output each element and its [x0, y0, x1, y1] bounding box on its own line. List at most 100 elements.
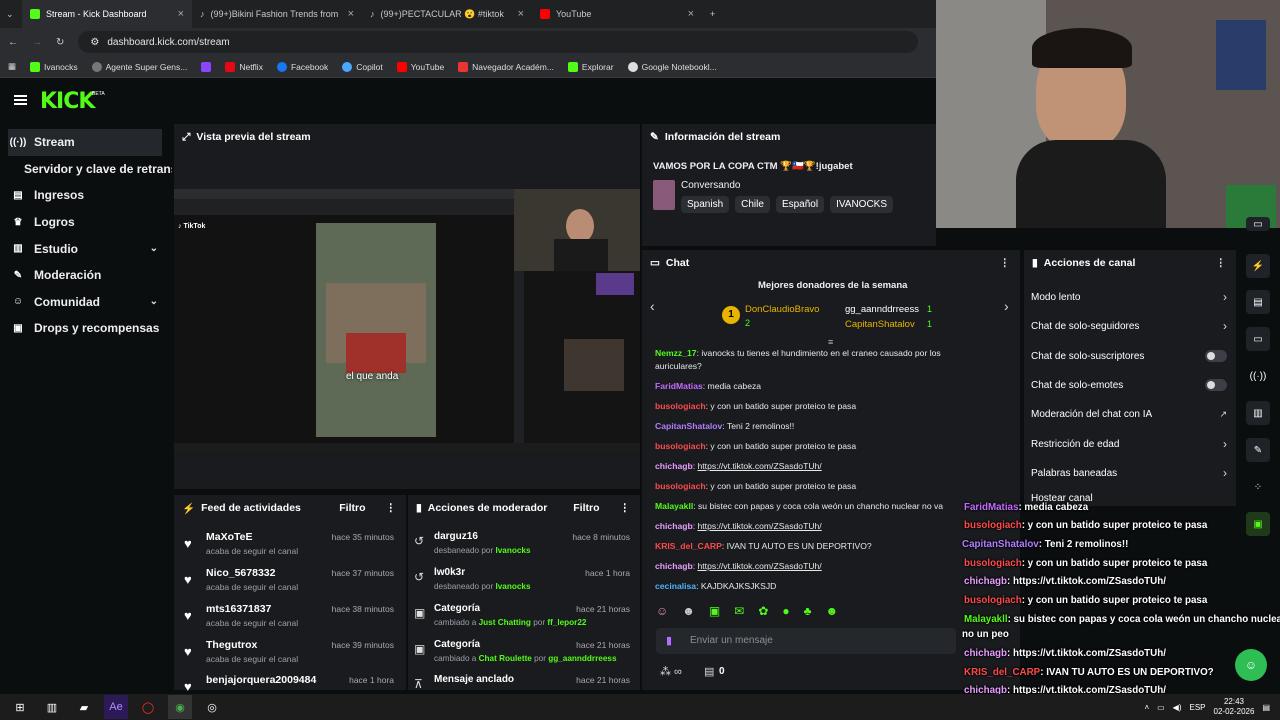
close-icon[interactable]: × — [688, 8, 694, 20]
task-view-icon[interactable]: ▥ — [40, 695, 64, 719]
list-item[interactable]: ♥ Thegutrox acaba de seguir el canal hace 3… — [174, 638, 404, 674]
chat-text[interactable]: https://vt.tiktok.com/ZSasdoTUh/ — [698, 561, 822, 571]
tab-tiktok-2[interactable]: ♪ (99+)PECTACULAR 😮 #tiktok × — [362, 0, 532, 28]
back-icon[interactable]: ← — [8, 37, 18, 48]
emote-icon[interactable]: ✿ — [758, 604, 768, 622]
chat-input[interactable]: ▮ Enviar un mensaje — [656, 628, 956, 654]
chat-username[interactable]: busologiach — [655, 441, 706, 451]
filter-button[interactable]: Filtro — [339, 502, 365, 514]
bookmark-ivanocks[interactable]: Ivanocks — [30, 61, 78, 72]
url-input[interactable]: ⚙ dashboard.kick.com/stream — [78, 31, 919, 53]
chevron-left-icon[interactable]: ‹ — [650, 298, 655, 314]
bookmark-explorar[interactable]: Explorar — [567, 61, 614, 72]
chat-message[interactable]: FaridMatias: media cabeza — [655, 380, 965, 393]
list-item[interactable]: ▣ Categoría cambiado a Just Chatting por f… — [408, 602, 640, 638]
after-effects-icon[interactable]: Ae — [104, 695, 128, 719]
language-indicator[interactable]: ESP — [1190, 703, 1206, 712]
list-item[interactable]: ♥ mts16371837 acaba de seguir el canal hace… — [174, 602, 404, 638]
bookmark-agente[interactable]: Agente Super Gens... — [91, 61, 187, 72]
action-subscribers-only[interactable]: Chat de solo-suscriptores — [1031, 347, 1227, 365]
toggle-switch[interactable] — [1205, 350, 1227, 362]
chat-username[interactable]: Malayakll — [655, 501, 693, 511]
donor-name[interactable]: CapitanShatalov — [845, 319, 915, 330]
kick-logo[interactable]: KICK — [40, 89, 95, 114]
close-icon[interactable]: × — [518, 8, 524, 20]
tab-youtube[interactable]: YouTube × — [532, 0, 702, 28]
sidebar-item-server-key[interactable]: Servidor y clave de retransmisión — [0, 156, 172, 183]
chat-message[interactable]: cecinalisa: KAJDKAJKSJKSJD — [655, 580, 965, 593]
bookmark-youtube[interactable]: YouTube — [396, 61, 444, 72]
action-followers-only[interactable]: Chat de solo-seguidores › — [1031, 317, 1227, 335]
chat-username[interactable]: chichagb — [655, 461, 693, 471]
action-ai-moderation[interactable]: Moderación del chat con IA ↗ — [1031, 405, 1227, 423]
clipboard-icon[interactable]: ▤ — [1246, 290, 1270, 314]
chat-username[interactable]: busologiach — [655, 401, 706, 411]
forward-icon[interactable]: → — [32, 37, 42, 48]
broadcast-icon[interactable]: ((·)) — [1246, 364, 1270, 388]
wrench-icon[interactable]: ✎ — [1246, 438, 1270, 462]
sidebar-item-stream[interactable]: ((·)) Stream — [8, 129, 162, 156]
close-icon[interactable]: × — [178, 8, 184, 20]
chevron-right-icon[interactable]: › — [1004, 298, 1009, 314]
microphone-icon[interactable]: ▮ — [666, 634, 672, 647]
close-icon[interactable]: × — [348, 8, 354, 20]
chat-username[interactable]: chichagb — [655, 521, 693, 531]
server-icon[interactable]: ▥ — [1246, 401, 1270, 425]
sidebar-item-logros[interactable]: ♛ Logros — [0, 209, 172, 236]
opera-icon[interactable]: ◯ — [136, 695, 160, 719]
sidebar-item-comunidad[interactable]: ☺ Comunidad ⌄ — [0, 289, 172, 316]
action-emotes-only[interactable]: Chat de solo-emotes — [1031, 376, 1227, 394]
chat-username[interactable]: CapitanShatalov — [655, 421, 722, 431]
donor-name[interactable]: gg_aannddrreess — [845, 304, 919, 315]
list-item[interactable]: ♥ Nico_5678332 acaba de seguir el canal hac… — [174, 566, 404, 602]
chat-message[interactable]: Malayakll: su bistec con papas y coca co… — [655, 500, 965, 513]
windows-start-icon[interactable]: ⊞ — [8, 695, 32, 719]
tab-kick-dashboard[interactable]: Stream - Kick Dashboard × — [22, 0, 192, 28]
clock[interactable]: 22:43 02-02-2026 — [1214, 697, 1255, 717]
sidebar-item-estudio[interactable]: ▥ Estudio ⌄ — [0, 235, 172, 262]
chat-text[interactable]: https://vt.tiktok.com/ZSasdoTUh/ — [698, 461, 822, 471]
emote-icon[interactable]: ▣ — [709, 604, 720, 622]
chat-message[interactable]: chichagb: https://vt.tiktok.com/ZSasdoTU… — [655, 460, 965, 473]
list-item[interactable]: ▣ Categoría cambiado a Chat Roulette por g… — [408, 638, 640, 674]
menu-icon[interactable] — [14, 95, 27, 105]
apps-icon[interactable]: ▦ — [8, 61, 16, 72]
help-chat-icon[interactable]: ☺ — [1235, 649, 1267, 681]
pinned-handle-icon[interactable]: ≡ — [828, 337, 833, 347]
chat-username[interactable]: busologiach — [655, 481, 706, 491]
gift-icon[interactable]: ▤ — [704, 665, 714, 678]
notifications-icon[interactable]: ▤ — [1262, 703, 1270, 712]
emote-icon[interactable]: ☺ — [656, 604, 668, 622]
points-icon[interactable]: ⁂ ∞ — [660, 665, 682, 678]
sidebar-item-ingresos[interactable]: ▤ Ingresos — [0, 182, 172, 209]
more-options-icon[interactable]: ⋮ — [1216, 257, 1227, 269]
bookmark-notebooklm[interactable]: Google Notebookl... — [627, 61, 717, 72]
chevron-up-icon[interactable]: ˄ — [1144, 703, 1149, 712]
action-age-restriction[interactable]: Restricción de edad › — [1031, 435, 1227, 453]
stream-preview-video[interactable]: ♪ TikTok el que anda — [174, 189, 640, 452]
action-slow-mode[interactable]: Modo lento › — [1031, 288, 1227, 306]
apps-icon[interactable]: ⁘ — [1246, 475, 1270, 499]
lightning-icon[interactable]: ⚡ — [1246, 254, 1270, 278]
emote-icon[interactable]: ☻ — [682, 604, 695, 622]
chat-text[interactable]: https://vt.tiktok.com/ZSasdoTUh/ — [698, 521, 822, 531]
chat-message[interactable]: busologiach: y con un batido super prote… — [655, 480, 965, 493]
emote-icon[interactable]: ☻ — [826, 604, 839, 622]
list-item[interactable]: ↺ darguz16 desbaneado por Ivanocks hace 8 m… — [408, 530, 640, 566]
volume-icon[interactable]: ◀) — [1173, 703, 1182, 712]
screen-icon[interactable]: ▣ — [1246, 512, 1270, 536]
more-options-icon[interactable]: ⋮ — [386, 502, 397, 514]
tab-tiktok-1[interactable]: ♪ (99+)Bikini Fashion Trends from × — [192, 0, 362, 28]
chat-bubble-icon[interactable]: ▭ — [1246, 327, 1270, 351]
filter-button[interactable]: Filtro — [573, 502, 599, 514]
action-banned-words[interactable]: Palabras baneadas › — [1031, 464, 1227, 482]
network-icon[interactable]: ▭ — [1157, 703, 1165, 712]
reload-icon[interactable]: ↻ — [56, 37, 64, 48]
chrome-icon[interactable]: ◉ — [168, 695, 192, 719]
chat-message[interactable]: busologiach: y con un batido super prote… — [655, 400, 965, 413]
sidebar-item-drops[interactable]: ▣ Drops y recompensas — [0, 315, 172, 342]
tab-list-button[interactable]: ⌄ — [0, 0, 22, 28]
list-item[interactable]: ♥ MaXoTeE acaba de seguir el canal hace 35 … — [174, 530, 404, 566]
sidebar-item-moderacion[interactable]: ✎ Moderación — [0, 262, 172, 289]
bookmark-purple[interactable] — [201, 61, 212, 72]
